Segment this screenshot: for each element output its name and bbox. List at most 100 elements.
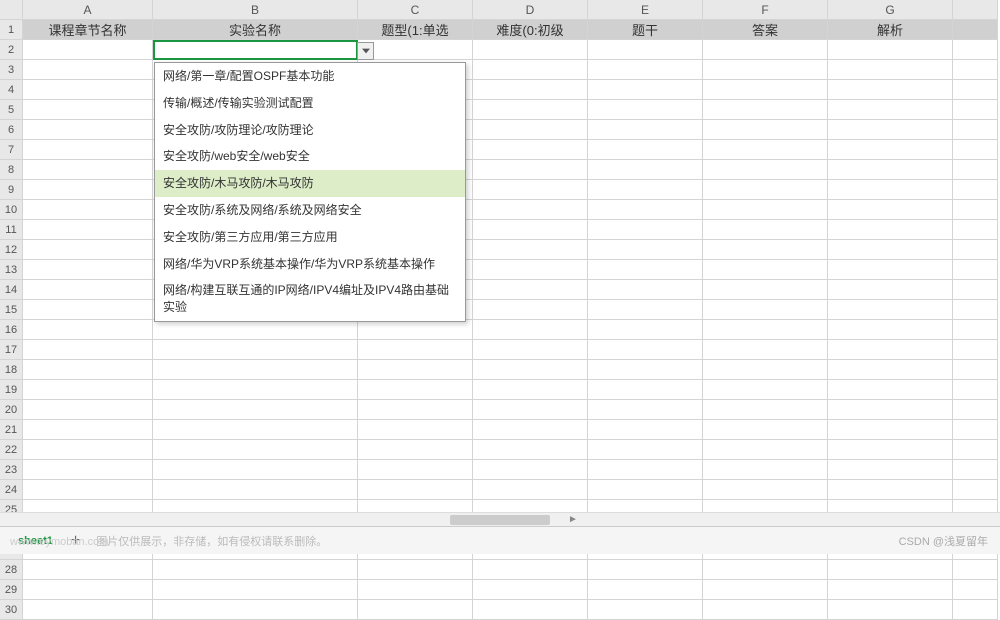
cell[interactable]: [358, 40, 473, 60]
cell[interactable]: [23, 440, 153, 460]
cell[interactable]: [358, 400, 473, 420]
cell[interactable]: [953, 340, 998, 360]
col-header-F[interactable]: F: [703, 0, 828, 20]
cell[interactable]: [828, 40, 953, 60]
cell[interactable]: [23, 400, 153, 420]
cell[interactable]: [953, 440, 998, 460]
cell[interactable]: [953, 220, 998, 240]
cell[interactable]: [473, 560, 588, 580]
cell[interactable]: [703, 460, 828, 480]
cell[interactable]: [473, 600, 588, 620]
col-header-end[interactable]: [953, 0, 998, 20]
cell[interactable]: [953, 20, 998, 40]
cell[interactable]: [588, 320, 703, 340]
dropdown-option[interactable]: 网络/第一章/配置OSPF基本功能: [155, 63, 465, 90]
cell[interactable]: [703, 160, 828, 180]
cell[interactable]: [588, 420, 703, 440]
cell[interactable]: [588, 180, 703, 200]
cell[interactable]: [473, 260, 588, 280]
cell[interactable]: [703, 200, 828, 220]
cell[interactable]: [23, 560, 153, 580]
cell[interactable]: [703, 580, 828, 600]
cell[interactable]: [828, 280, 953, 300]
cell[interactable]: [828, 60, 953, 80]
row-header[interactable]: 29: [0, 580, 23, 600]
cell[interactable]: [153, 560, 358, 580]
cell[interactable]: [153, 400, 358, 420]
cell[interactable]: [588, 560, 703, 580]
row-header[interactable]: 22: [0, 440, 23, 460]
cell[interactable]: [588, 440, 703, 460]
col-header-E[interactable]: E: [588, 0, 703, 20]
cell[interactable]: [588, 80, 703, 100]
cell[interactable]: 题型(1:单选: [358, 20, 473, 40]
cell[interactable]: [588, 360, 703, 380]
row-header[interactable]: 15: [0, 300, 23, 320]
row-header[interactable]: 16: [0, 320, 23, 340]
cell[interactable]: [703, 400, 828, 420]
cell[interactable]: [473, 140, 588, 160]
dropdown-option[interactable]: 安全攻防/木马攻防/木马攻防: [155, 170, 465, 197]
cell[interactable]: [473, 120, 588, 140]
cell[interactable]: [473, 420, 588, 440]
dropdown-option[interactable]: 安全攻防/第三方应用/第三方应用: [155, 224, 465, 251]
cell[interactable]: [153, 600, 358, 620]
cell[interactable]: [358, 560, 473, 580]
row-header[interactable]: 2: [0, 40, 23, 60]
cell[interactable]: [953, 140, 998, 160]
cell[interactable]: [23, 180, 153, 200]
cell[interactable]: [953, 260, 998, 280]
cell[interactable]: [703, 600, 828, 620]
row-header[interactable]: 10: [0, 200, 23, 220]
cell[interactable]: [588, 60, 703, 80]
cell[interactable]: [953, 560, 998, 580]
cell[interactable]: [953, 80, 998, 100]
cell[interactable]: [588, 380, 703, 400]
cell[interactable]: [703, 480, 828, 500]
cell[interactable]: [153, 380, 358, 400]
cell[interactable]: [473, 300, 588, 320]
cell[interactable]: [23, 360, 153, 380]
cell[interactable]: [23, 600, 153, 620]
row-header[interactable]: 30: [0, 600, 23, 620]
cell[interactable]: [953, 60, 998, 80]
cell[interactable]: [588, 480, 703, 500]
cell[interactable]: [588, 220, 703, 240]
scroll-right-icon[interactable]: ►: [566, 513, 580, 527]
row-header[interactable]: 8: [0, 160, 23, 180]
cell[interactable]: [703, 140, 828, 160]
col-header-A[interactable]: A: [23, 0, 153, 20]
col-header-B[interactable]: B: [153, 0, 358, 20]
cell[interactable]: 答案: [703, 20, 828, 40]
row-header[interactable]: 6: [0, 120, 23, 140]
cell[interactable]: [153, 340, 358, 360]
row-header[interactable]: 9: [0, 180, 23, 200]
dropdown-option[interactable]: 安全攻防/web安全/web安全: [155, 143, 465, 170]
cell[interactable]: [588, 140, 703, 160]
cell[interactable]: [23, 580, 153, 600]
cell[interactable]: [473, 440, 588, 460]
cell[interactable]: [358, 440, 473, 460]
cell[interactable]: [473, 380, 588, 400]
cell[interactable]: [358, 460, 473, 480]
cell[interactable]: [473, 40, 588, 60]
cell[interactable]: [473, 460, 588, 480]
dropdown-option[interactable]: 传输/概述/传输实验测试配置: [155, 90, 465, 117]
cell[interactable]: [473, 360, 588, 380]
cell[interactable]: [23, 420, 153, 440]
row-header[interactable]: 11: [0, 220, 23, 240]
cell[interactable]: [828, 340, 953, 360]
cell[interactable]: [703, 120, 828, 140]
cell[interactable]: [153, 460, 358, 480]
cell[interactable]: [828, 560, 953, 580]
cell[interactable]: 课程章节名称: [23, 20, 153, 40]
cell[interactable]: [953, 40, 998, 60]
cell[interactable]: [953, 280, 998, 300]
cell[interactable]: [828, 260, 953, 280]
cell[interactable]: [153, 420, 358, 440]
cell[interactable]: [953, 200, 998, 220]
row-header[interactable]: 20: [0, 400, 23, 420]
cell[interactable]: [828, 100, 953, 120]
cell[interactable]: [23, 300, 153, 320]
cell[interactable]: [358, 420, 473, 440]
